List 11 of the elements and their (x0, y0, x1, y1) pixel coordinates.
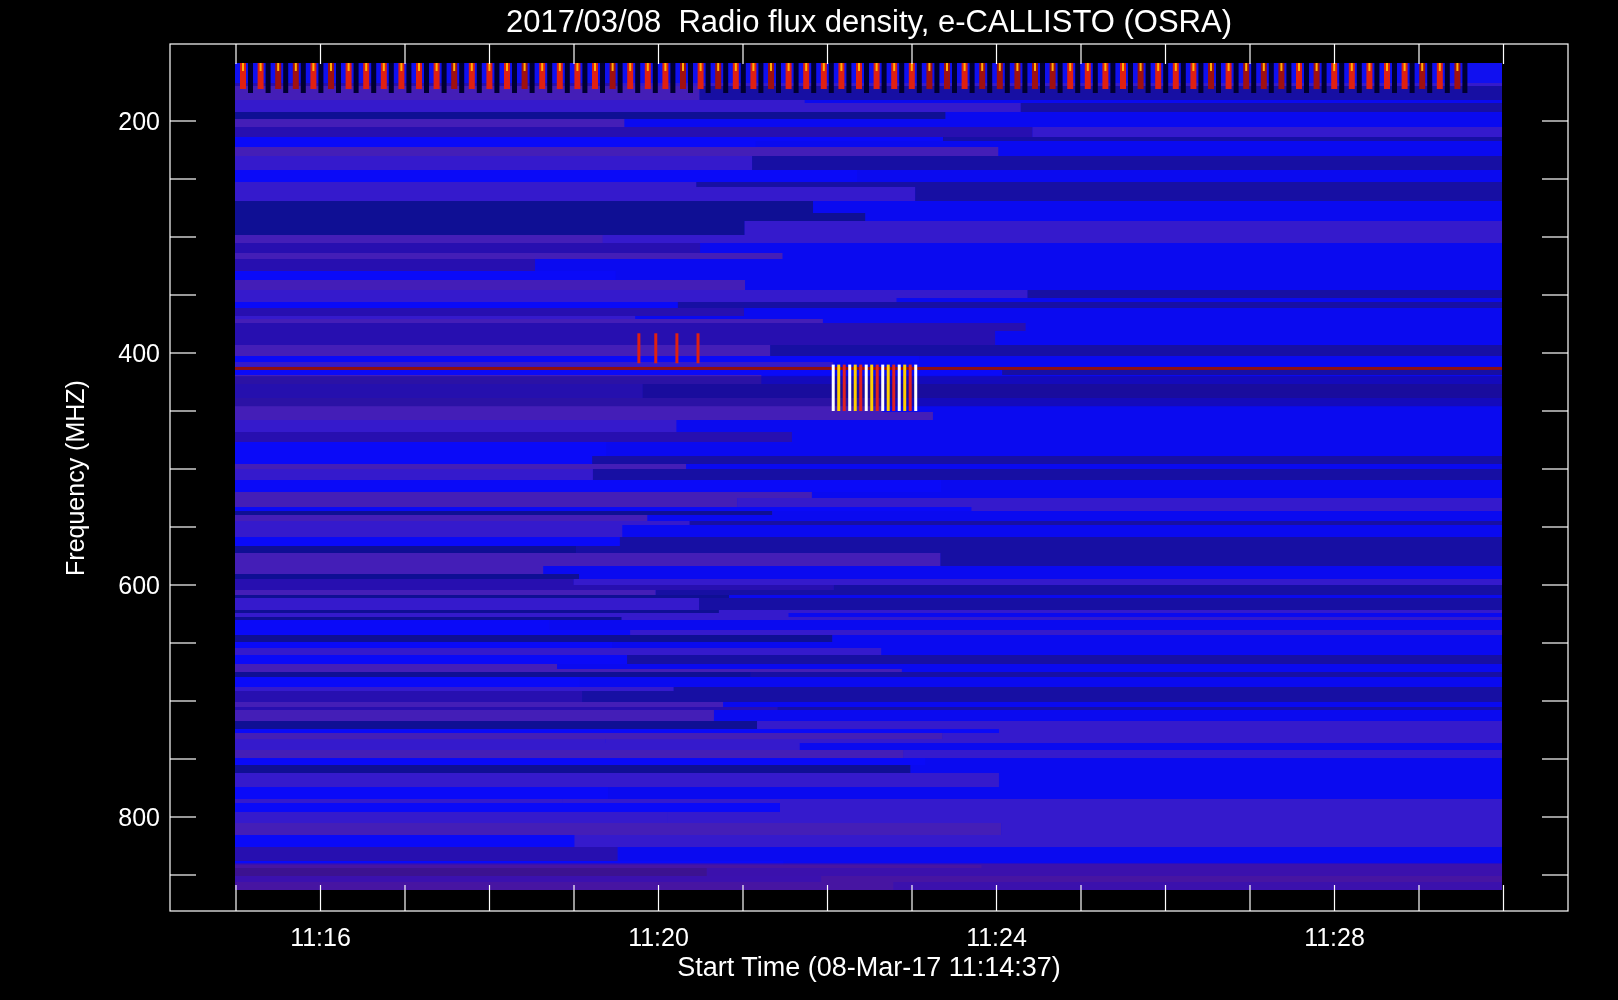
x-axis-label: Start Time (08-Mar-17 11:14:37) (677, 952, 1061, 982)
y-tick-label: 200 (118, 107, 160, 135)
x-tick-label: 11:20 (628, 923, 689, 951)
y-tick-label: 800 (118, 803, 160, 831)
y-axis-label: Frequency (MHZ) (61, 380, 89, 576)
x-tick-label: 11:28 (1304, 923, 1365, 951)
x-tick-label: 11:16 (290, 923, 351, 951)
y-tick-label: 600 (118, 571, 160, 599)
chart-title: 2017/03/08 Radio flux density, e-CALLISTO (OSRA) (506, 4, 1232, 39)
x-tick-label: 11:24 (966, 923, 1027, 951)
y-tick-label: 400 (118, 339, 160, 367)
